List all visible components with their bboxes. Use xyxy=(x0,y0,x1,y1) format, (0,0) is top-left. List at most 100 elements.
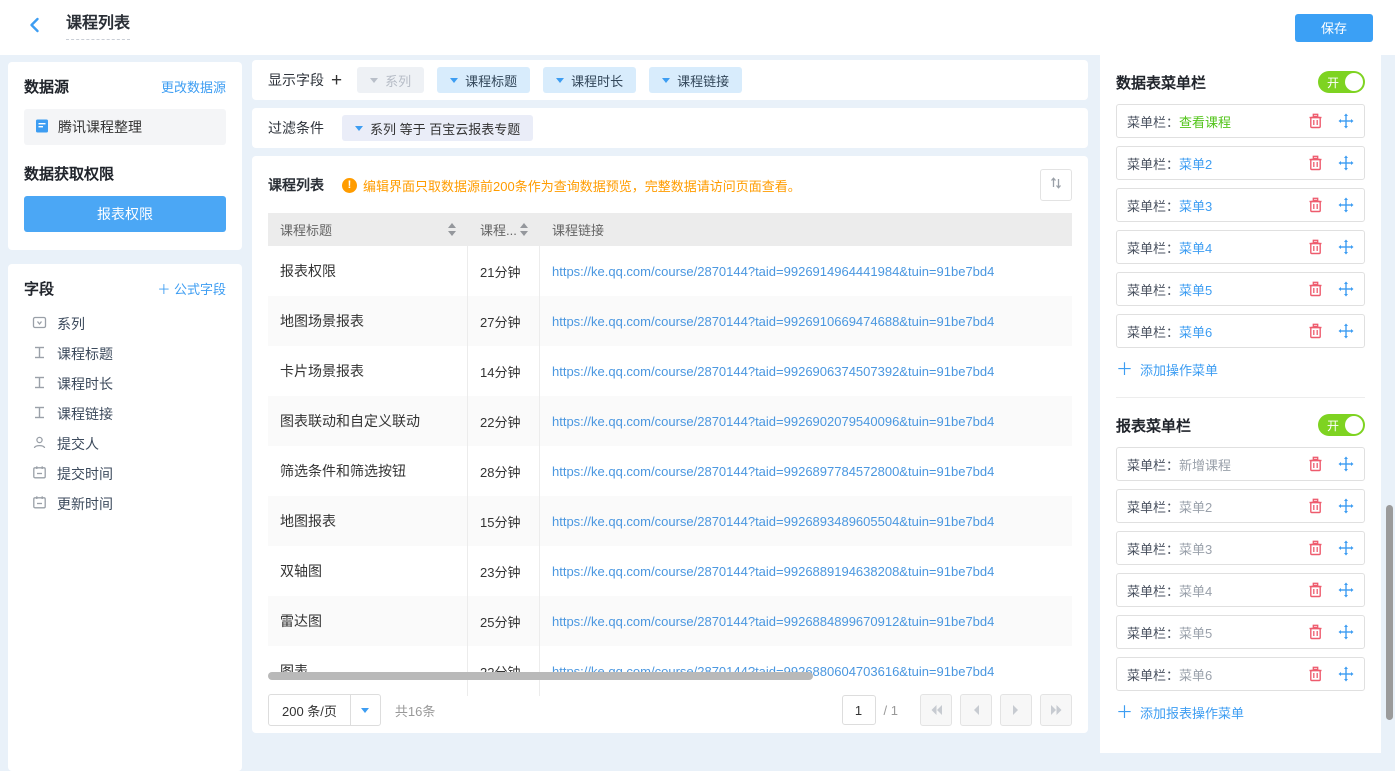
column-header-course-link: 课程链接 xyxy=(540,213,1072,246)
trash-icon[interactable] xyxy=(1308,666,1323,682)
horizontal-scrollbar[interactable] xyxy=(268,672,813,680)
add-operation-menu-link[interactable]: ＋ 添加操作菜单 xyxy=(1116,360,1365,379)
course-link[interactable]: https://ke.qq.com/course/2870144?taid=99… xyxy=(540,546,1072,596)
course-title-cell: 筛选条件和筛选按钮 xyxy=(268,446,468,496)
back-button[interactable] xyxy=(26,16,44,39)
table-title: 课程列表 xyxy=(268,175,324,195)
table-header-row: 课程标题 课程... 课程链接 xyxy=(268,213,1072,246)
report-menubar-toggle[interactable]: 开 xyxy=(1318,414,1365,436)
course-link[interactable]: https://ke.qq.com/course/2870144?taid=99… xyxy=(540,496,1072,546)
display-field-tag-course-title[interactable]: 课程标题 xyxy=(437,67,530,93)
menu-item[interactable]: 菜单栏：菜单6 xyxy=(1116,314,1365,348)
course-title-cell: 图表联动和自定义联动 xyxy=(268,396,468,446)
add-display-field-button[interactable]: + xyxy=(331,71,342,90)
trash-icon[interactable] xyxy=(1308,323,1323,339)
toggle-knob xyxy=(1345,416,1363,434)
field-item-submitter[interactable]: 提交人 xyxy=(24,429,226,459)
add-report-operation-menu-link[interactable]: ＋ 添加报表操作菜单 xyxy=(1116,703,1365,722)
course-link[interactable]: https://ke.qq.com/course/2870144?taid=99… xyxy=(540,596,1072,646)
move-icon[interactable] xyxy=(1338,540,1354,556)
menu-item[interactable]: 菜单栏：菜单5 xyxy=(1116,272,1365,306)
move-icon[interactable] xyxy=(1338,582,1354,598)
menu-item[interactable]: 菜单栏：菜单3 xyxy=(1116,188,1365,222)
trash-icon[interactable] xyxy=(1308,624,1323,640)
trash-icon[interactable] xyxy=(1308,113,1323,129)
chevron-down-icon xyxy=(370,78,378,83)
display-fields-card: 显示字段 + 系列 课程标题 课程时长 课程链接 xyxy=(252,60,1088,100)
trash-icon[interactable] xyxy=(1308,281,1323,297)
menu-item[interactable]: 菜单栏：新增课程 xyxy=(1116,447,1365,481)
change-datasource-link[interactable]: 更改数据源 xyxy=(161,77,226,96)
datasource-title: 数据源 xyxy=(24,76,69,97)
sort-carets-icon[interactable] xyxy=(520,223,528,236)
filter-condition-tag[interactable]: 系列 等于 百宝云报表专题 xyxy=(342,115,533,141)
row-order-button[interactable] xyxy=(1040,169,1072,201)
course-link[interactable]: https://ke.qq.com/course/2870144?taid=99… xyxy=(540,296,1072,346)
move-icon[interactable] xyxy=(1338,197,1354,213)
move-icon[interactable] xyxy=(1338,113,1354,129)
plus-icon: ＋ xyxy=(1116,361,1133,378)
menu-item[interactable]: 菜单栏：菜单4 xyxy=(1116,230,1365,264)
menu-item[interactable]: 菜单栏：菜单4 xyxy=(1116,573,1365,607)
course-link[interactable]: https://ke.qq.com/course/2870144?taid=99… xyxy=(540,246,1072,296)
trash-icon[interactable] xyxy=(1308,239,1323,255)
course-link[interactable]: https://ke.qq.com/course/2870144?taid=99… xyxy=(540,346,1072,396)
report-permission-button[interactable]: 报表权限 xyxy=(24,196,226,232)
chevron-left-icon xyxy=(972,704,980,716)
course-duration-cell: 27分钟 xyxy=(468,296,540,346)
field-item-update-time[interactable]: 更新时间 xyxy=(24,489,226,519)
course-link[interactable]: https://ke.qq.com/course/2870144?taid=99… xyxy=(540,396,1072,446)
trash-icon[interactable] xyxy=(1308,498,1323,514)
course-table: 课程标题 课程... 课程链接 报表权限 21分钟 https://ke.qq.… xyxy=(268,213,1072,696)
move-icon[interactable] xyxy=(1338,666,1354,682)
trash-icon[interactable] xyxy=(1308,155,1323,171)
add-formula-field-link[interactable]: ＋ 公式字段 xyxy=(157,279,226,298)
move-icon[interactable] xyxy=(1338,239,1354,255)
page-size-select[interactable]: 200 条/页 xyxy=(268,694,381,726)
trash-icon[interactable] xyxy=(1308,540,1323,556)
course-duration-cell: 28分钟 xyxy=(468,446,540,496)
course-duration-cell: 25分钟 xyxy=(468,596,540,646)
table-row: 地图报表 15分钟 https://ke.qq.com/course/28701… xyxy=(268,496,1072,546)
current-page-input[interactable]: 1 xyxy=(842,695,876,725)
field-item-course-title[interactable]: 课程标题 xyxy=(24,339,226,369)
total-pages: / 1 xyxy=(884,703,898,718)
prev-page-button[interactable] xyxy=(960,694,992,726)
left-sidebar: 数据源 更改数据源 腾讯课程整理 数据获取权限 报表权限 字段 ＋ 公式字段 系… xyxy=(8,62,242,771)
column-header-course-title[interactable]: 课程标题 xyxy=(268,213,468,246)
move-icon[interactable] xyxy=(1338,624,1354,640)
course-link[interactable]: https://ke.qq.com/course/2870144?taid=99… xyxy=(540,446,1072,496)
move-icon[interactable] xyxy=(1338,155,1354,171)
menu-item[interactable]: 菜单栏：菜单2 xyxy=(1116,489,1365,523)
column-header-course-duration[interactable]: 课程... xyxy=(468,213,540,246)
menu-item[interactable]: 菜单栏：查看课程 xyxy=(1116,104,1365,138)
menu-item[interactable]: 菜单栏：菜单3 xyxy=(1116,531,1365,565)
move-icon[interactable] xyxy=(1338,498,1354,514)
menu-item[interactable]: 菜单栏：菜单2 xyxy=(1116,146,1365,180)
save-button[interactable]: 保存 xyxy=(1295,14,1373,42)
display-field-tag-course-duration[interactable]: 课程时长 xyxy=(543,67,636,93)
move-icon[interactable] xyxy=(1338,323,1354,339)
text-field-icon xyxy=(32,375,47,393)
trash-icon[interactable] xyxy=(1308,456,1323,472)
move-icon[interactable] xyxy=(1338,456,1354,472)
main-content: 显示字段 + 系列 课程标题 课程时长 课程链接 过滤条件 系列 等于 百宝云报… xyxy=(252,60,1088,733)
display-field-tag-series[interactable]: 系列 xyxy=(357,67,424,93)
menu-item[interactable]: 菜单栏：菜单5 xyxy=(1116,615,1365,649)
field-item-series[interactable]: 系列 xyxy=(24,309,226,339)
display-field-tag-course-link[interactable]: 课程链接 xyxy=(649,67,742,93)
vertical-scrollbar[interactable] xyxy=(1386,505,1393,720)
move-icon[interactable] xyxy=(1338,281,1354,297)
field-item-course-duration[interactable]: 课程时长 xyxy=(24,369,226,399)
last-page-button[interactable] xyxy=(1040,694,1072,726)
datatable-menubar-toggle[interactable]: 开 xyxy=(1318,71,1365,93)
trash-icon[interactable] xyxy=(1308,582,1323,598)
next-page-button[interactable] xyxy=(1000,694,1032,726)
first-page-button[interactable] xyxy=(920,694,952,726)
trash-icon[interactable] xyxy=(1308,197,1323,213)
field-item-course-link[interactable]: 课程链接 xyxy=(24,399,226,429)
datasource-item[interactable]: 腾讯课程整理 xyxy=(24,109,226,145)
sort-carets-icon[interactable] xyxy=(448,223,456,236)
menu-item[interactable]: 菜单栏：菜单6 xyxy=(1116,657,1365,691)
field-item-submit-time[interactable]: 提交时间 xyxy=(24,459,226,489)
